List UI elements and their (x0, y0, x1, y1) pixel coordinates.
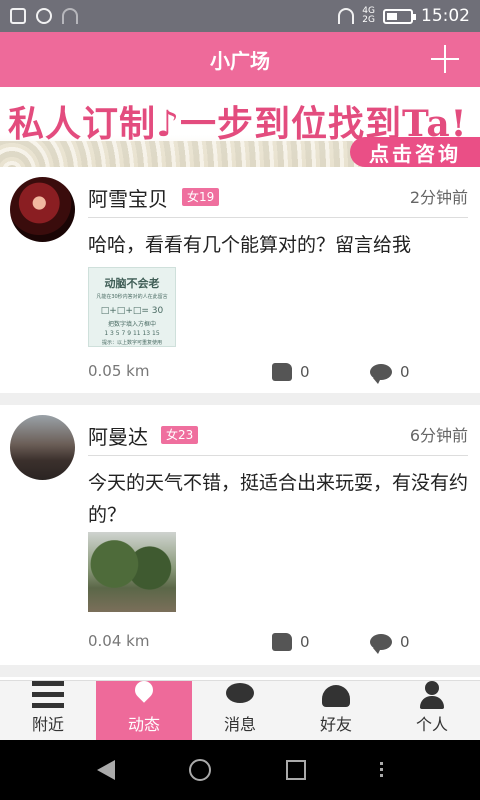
promo-banner[interactable]: 私人订制♪一步到位找到Ta! 点击咨询 (0, 87, 480, 167)
post-time: 2分钟前 (409, 188, 468, 207)
status-bar: 4G 2G 15:02 (0, 0, 480, 32)
tab-profile[interactable]: 个人 (384, 681, 480, 740)
battery-icon (383, 8, 416, 24)
tab-label: 消息 (223, 715, 256, 734)
post-image[interactable]: 动脑不会老 凡能在30秒内答对的人在此留言 □+□+□= 30 把数字填入方框中… (88, 267, 176, 347)
friends-icon (320, 681, 352, 708)
user-name[interactable]: 阿曼达 (88, 421, 148, 450)
tab-label: 个人 (415, 715, 448, 734)
home-icon[interactable] (189, 759, 212, 781)
menu-icon (32, 681, 64, 708)
status-icons-right: 4G 2G 15:02 (338, 6, 470, 26)
more-options-icon[interactable] (379, 762, 383, 778)
distance: 0.05 km (88, 362, 150, 380)
post-text: 今天的天气不错，挺适合出来玩耍，有没有约的？ (88, 472, 469, 526)
post-card[interactable]: 阿雪宝贝 女19 2分钟前 哈哈，看看有几个能算对的？留言给我 动脑不会老 凡能… (0, 167, 480, 393)
thumbs-up-icon (272, 633, 292, 651)
image-title: 动脑不会老 (104, 277, 160, 290)
like-button[interactable]: 0 (272, 633, 310, 651)
post-text: 哈哈，看看有几个能算对的？留言给我 (88, 234, 412, 256)
tab-moments[interactable]: 动态 (96, 681, 192, 740)
no-disturb-icon (36, 8, 52, 24)
tab-label: 好友 (319, 715, 352, 734)
system-nav-bar (0, 740, 480, 800)
avatar[interactable] (10, 415, 75, 480)
back-icon[interactable] (97, 760, 116, 780)
avatar[interactable] (10, 177, 75, 242)
image-note: 提示：以上数字可重复使用 (101, 340, 162, 346)
network-indicator: 4G 2G (362, 6, 375, 25)
clock: 15:02 (421, 6, 470, 26)
post-card[interactable]: 阿曼达 女23 6分钟前 今天的天气不错，挺适合出来玩耍，有没有约的？ 0.04… (0, 405, 480, 665)
tab-label: 动态 (127, 715, 160, 734)
post-image[interactable] (88, 532, 176, 612)
user-icon (416, 681, 448, 709)
divider (88, 217, 468, 218)
like-button[interactable]: 0 (272, 363, 310, 381)
thumbs-up-icon (272, 363, 292, 381)
gender-age-badge: 女23 (161, 426, 199, 444)
post-feed[interactable]: 阿雪宝贝 女19 2分钟前 哈哈，看看有几个能算对的？留言给我 动脑不会老 凡能… (0, 167, 480, 680)
recent-apps-icon[interactable] (285, 760, 306, 780)
comment-button[interactable]: 0 (370, 363, 410, 384)
add-post-button[interactable] (428, 42, 462, 76)
image-icon (10, 8, 26, 24)
tab-messages[interactable]: 消息 (192, 681, 288, 740)
gender-age-badge: 女19 (182, 188, 220, 206)
comment-count: 0 (400, 633, 410, 651)
wifi-weak-icon (62, 8, 78, 24)
comment-icon (370, 364, 392, 384)
comment-count: 0 (400, 363, 410, 381)
comment-icon (370, 634, 392, 654)
status-icons-left (10, 8, 78, 24)
user-name[interactable]: 阿雪宝贝 (88, 183, 168, 212)
location-pin-icon (128, 681, 160, 708)
image-caption-2: 把数字填入方框中 (107, 321, 156, 328)
image-equation: □+□+□= 30 (100, 306, 164, 316)
post-time: 6分钟前 (409, 426, 468, 445)
chat-icon (224, 681, 256, 708)
image-numbers: 1 3 5 7 9 11 13 15 (104, 330, 160, 337)
header-bar: 小广场 (0, 32, 480, 87)
tab-nearby[interactable]: 附近 (0, 681, 96, 740)
distance: 0.04 km (88, 632, 150, 650)
like-count: 0 (300, 363, 310, 381)
image-caption-1: 凡能在30秒内答对的人在此留言 (96, 294, 168, 300)
bottom-tab-bar: 附近 动态 消息 好友 个人 (0, 680, 480, 740)
tab-friends[interactable]: 好友 (288, 681, 384, 740)
like-count: 0 (300, 633, 310, 651)
divider (88, 455, 468, 456)
page-title: 小广场 (210, 49, 270, 73)
wifi-icon (338, 8, 355, 24)
consult-button[interactable]: 点击咨询 (350, 137, 480, 167)
tab-label: 附近 (31, 715, 64, 734)
comment-button[interactable]: 0 (370, 633, 410, 654)
